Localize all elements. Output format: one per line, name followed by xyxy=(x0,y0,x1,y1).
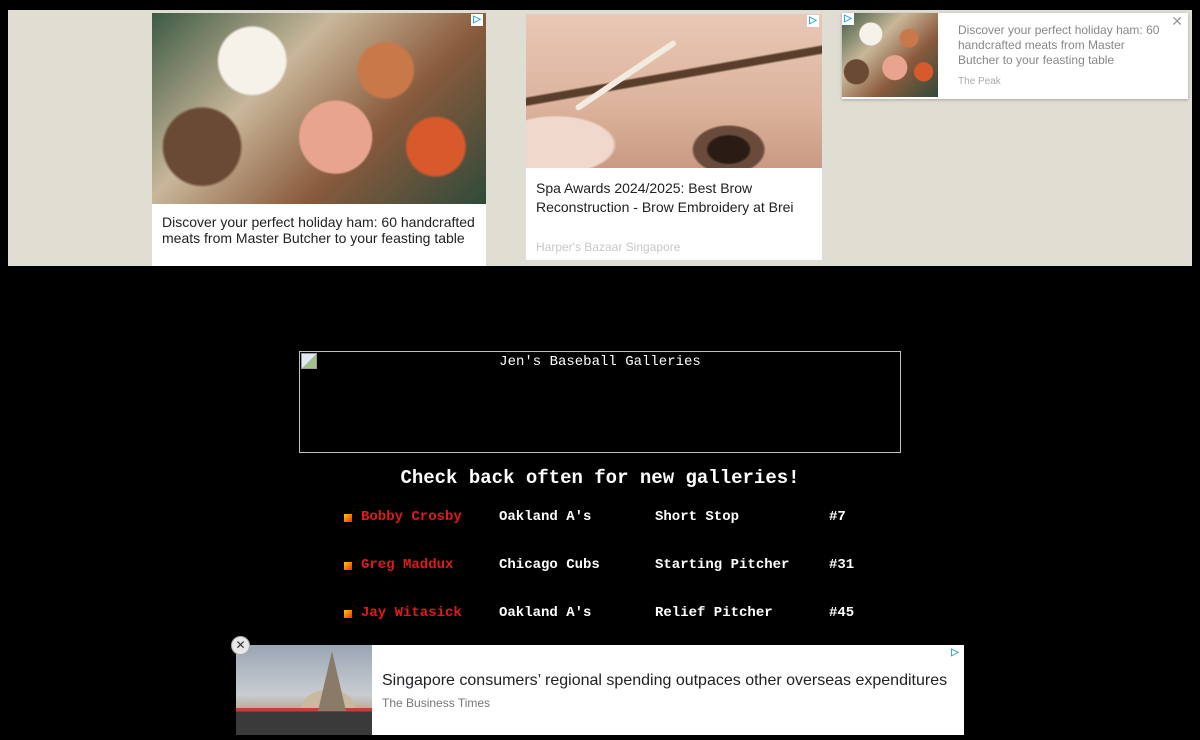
close-icon[interactable]: ✕ xyxy=(1171,13,1183,29)
cotton-swab-graphic xyxy=(574,39,678,112)
player-link[interactable]: Bobby Crosby xyxy=(361,509,462,525)
ad-title[interactable]: Discover your perfect holiday ham: 60 ha… xyxy=(958,23,1164,68)
ad-image-brow[interactable] xyxy=(526,14,822,168)
adchoices-icon[interactable]: ▷ xyxy=(807,15,819,27)
adchoices-icon[interactable]: ▷ xyxy=(471,14,483,26)
page-headline: Check back often for new galleries! xyxy=(400,467,800,489)
gallery-list: Bobby Crosby Oakland A's Short Stop #7 G… xyxy=(343,509,883,653)
ad-title[interactable]: Spa Awards 2024/2025: Best Brow Reconstr… xyxy=(536,179,808,216)
banner-alt-text: Jen's Baseball Galleries xyxy=(499,354,701,370)
ad-image-food-platter[interactable] xyxy=(152,13,486,204)
player-position: Starting Pitcher xyxy=(655,557,790,573)
bullet-icon xyxy=(344,610,352,618)
player-link[interactable]: Greg Maddux xyxy=(361,557,453,573)
ad-card-holiday-ham[interactable]: ▷ Discover your perfect holiday ham: 60 … xyxy=(152,13,486,266)
adchoices-icon[interactable]: ▷ xyxy=(949,647,961,659)
ad-source: The Business Times xyxy=(382,696,491,710)
ad-image-temple[interactable] xyxy=(236,645,372,735)
bullet-icon xyxy=(344,562,352,570)
ad-card-holiday-ham-small[interactable]: ▷ Discover your perfect holiday ham: 60 … xyxy=(842,13,1188,99)
top-ad-band: ▷ Discover your perfect holiday ham: 60 … xyxy=(8,10,1192,266)
banner-image: Jen's Baseball Galleries xyxy=(299,351,901,453)
bottom-ad-banner[interactable]: ▷ Singapore consumers’ regional spending… xyxy=(236,645,964,735)
list-item: Bobby Crosby Oakland A's Short Stop #7 xyxy=(343,509,883,557)
ad-image-food-platter[interactable] xyxy=(842,13,938,97)
ad-source: Harper's Bazaar Singapore xyxy=(536,240,681,254)
list-item: Greg Maddux Chicago Cubs Starting Pitche… xyxy=(343,557,883,605)
player-team: Oakland A's xyxy=(499,605,592,621)
player-number: #45 xyxy=(829,605,855,621)
bullet-icon xyxy=(344,514,352,522)
player-link[interactable]: Jay Witasick xyxy=(361,605,462,621)
player-position: Short Stop xyxy=(655,509,740,525)
player-team: Oakland A's xyxy=(499,509,592,525)
player-position: Relief Pitcher xyxy=(655,605,773,621)
temple-spire-graphic xyxy=(318,651,346,711)
ad-title[interactable]: Singapore consumers’ regional spending o… xyxy=(382,672,947,690)
player-number: #7 xyxy=(829,509,846,525)
ad-title[interactable]: Discover your perfect holiday ham: 60 ha… xyxy=(162,214,480,246)
player-number: #31 xyxy=(829,557,855,573)
player-team: Chicago Cubs xyxy=(499,557,600,573)
close-icon[interactable]: ✕ xyxy=(231,636,250,655)
ad-source: The Peak xyxy=(958,76,1001,87)
ad-card-brow-spa[interactable]: ▷ Spa Awards 2024/2025: Best Brow Recons… xyxy=(525,13,823,261)
adchoices-icon[interactable]: ▷ xyxy=(842,13,854,25)
